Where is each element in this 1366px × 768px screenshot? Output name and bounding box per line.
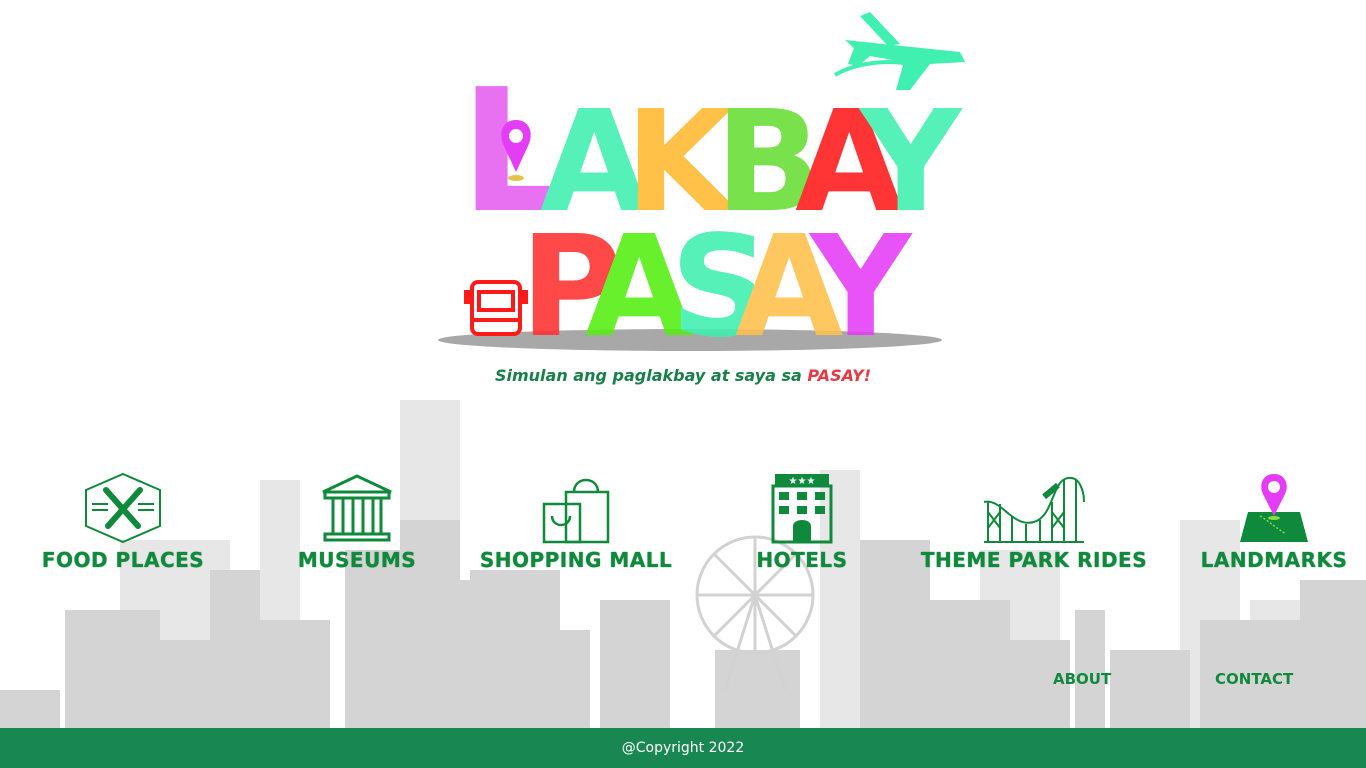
- nav-item-shopping-mall[interactable]: SHOPPING MALL: [480, 470, 672, 572]
- shopping-bag-icon: [540, 470, 612, 544]
- bus-icon: [464, 280, 528, 336]
- hotel-icon: ★★★: [771, 470, 833, 544]
- nav-label: HOTELS: [756, 548, 848, 572]
- airplane-icon: [833, 12, 965, 90]
- nav-label: THEME PARK RIDES: [920, 548, 1148, 572]
- nav-item-museums[interactable]: MUSEUMS: [298, 470, 416, 572]
- logo-letter-y2: Y: [808, 206, 913, 360]
- nav-item-landmarks[interactable]: LANDMARKS: [1201, 470, 1347, 572]
- nav-label: SHOPPING MALL: [479, 548, 673, 572]
- secondary-links: ABOUT CONTACT: [0, 670, 1366, 690]
- copyright-text: @Copyright 2022: [621, 740, 745, 756]
- nav-label: LANDMARKS: [1200, 548, 1348, 572]
- museum-icon: [319, 470, 395, 544]
- nav-item-food-places[interactable]: FOOD PLACES: [42, 470, 204, 572]
- map-pin-icon: [1236, 470, 1312, 544]
- contact-link[interactable]: CONTACT: [1215, 670, 1293, 688]
- tagline: Simulan ang paglakbay at saya sa PASAY!: [0, 366, 1366, 385]
- tagline-accent: PASAY!: [807, 366, 872, 385]
- footer: @Copyright 2022: [0, 728, 1366, 768]
- about-link[interactable]: ABOUT: [1053, 670, 1111, 688]
- nav-label: FOOD PLACES: [41, 548, 205, 572]
- category-nav: FOOD PLACES MUSEUMS SHOPPING MALL ★★★ HO…: [0, 470, 1366, 580]
- nav-item-hotels[interactable]: ★★★ HOTELS: [752, 470, 852, 572]
- nav-item-theme-park-rides[interactable]: THEME PARK RIDES: [921, 470, 1147, 572]
- roller-coaster-icon: [982, 470, 1086, 544]
- tagline-text: Simulan ang paglakbay at saya sa: [494, 366, 808, 385]
- lakbay-pasay-logo: L A K B A Y P A S A Y: [438, 12, 965, 360]
- nav-label: MUSEUMS: [297, 548, 417, 572]
- fork-knife-icon: [82, 470, 164, 544]
